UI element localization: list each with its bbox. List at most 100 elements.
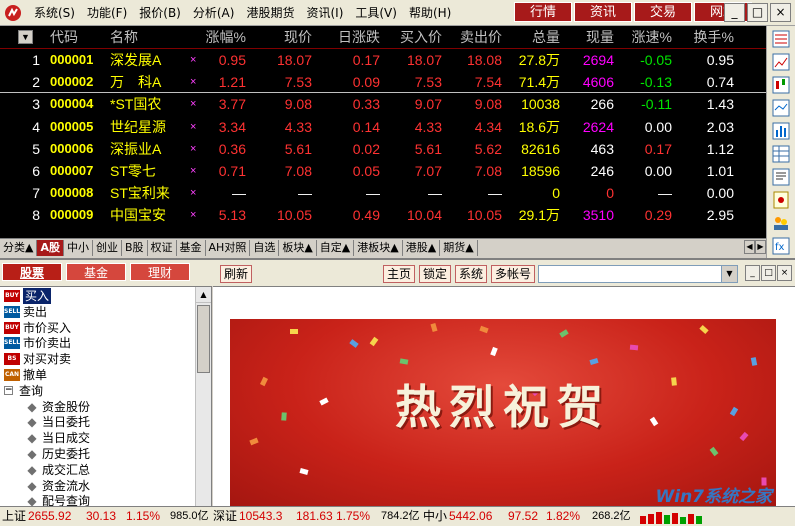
tree-item[interactable]: ◆ 历史委托 [26, 446, 90, 462]
quote-row[interactable]: 2 000002 万 科A × 1.21 7.53 0.09 7.53 7.54 71.4万 460… [0, 71, 766, 93]
quote-row[interactable]: 8 000009 中国宝安 × 5.13 10.05 0.49 10.04 10.05 29.1万… [0, 204, 766, 226]
maximize-button[interactable]: □ [747, 3, 768, 22]
menu-tools[interactable]: 工具(V) [349, 2, 403, 24]
tab-b-shares[interactable]: B股 [122, 239, 148, 256]
account-select[interactable]: ▼ [538, 265, 738, 283]
tree-item[interactable]: ◆ 成交汇总 [26, 462, 90, 478]
tree-item-label: 市价买入 [23, 320, 72, 335]
menu-info[interactable]: 资讯(I) [300, 2, 349, 24]
scroll-up-icon[interactable]: ▲ [196, 287, 211, 303]
header-price[interactable]: 现价 [248, 26, 312, 48]
sh-amount: 985.0亿 [170, 510, 209, 522]
tree-item[interactable]: SELL 市价卖出 [4, 335, 71, 351]
header-bid[interactable]: 买入价 [382, 26, 442, 48]
menu-help[interactable]: 帮助(H) [403, 2, 457, 24]
bid-price: — [428, 185, 442, 202]
chevron-down-icon[interactable]: ▼ [721, 266, 737, 282]
nav-tab-quote[interactable]: 行情 [514, 2, 572, 22]
news-icon[interactable] [771, 167, 791, 187]
lock-button[interactable]: 锁定 [419, 265, 452, 283]
tree-item[interactable]: BUY 买入 [4, 288, 52, 304]
tab-category[interactable]: 分类▲ [0, 239, 38, 256]
tree-item[interactable]: ◆ 当日成交 [26, 430, 90, 446]
tab-funds[interactable]: 基金 [177, 239, 206, 256]
tree-item[interactable]: BS 对买对卖 [4, 351, 71, 367]
bid-price: 18.07 [406, 52, 442, 68]
tree-item-label: 买入 [23, 288, 52, 304]
bar-chart-icon[interactable] [771, 121, 791, 141]
current-price: — [298, 185, 312, 202]
tab-stocks[interactable]: 股票 [2, 263, 62, 281]
quote-row[interactable]: 7 000008 ST宝利来 × — — — — —0 0—0.00 [0, 182, 766, 204]
trend-chart-icon[interactable] [771, 98, 791, 118]
tree-item[interactable]: ◆ 当日委托 [26, 414, 90, 430]
header-pct[interactable]: 涨幅% [196, 26, 246, 48]
tree-item[interactable]: CAN 撤单 [4, 367, 47, 383]
line-chart-icon[interactable] [771, 52, 791, 72]
menu-system[interactable]: 系统(S) [28, 2, 81, 24]
refresh-button[interactable]: 刷新 [220, 265, 253, 283]
panel-maximize-button[interactable]: □ [761, 265, 776, 281]
tab-watchlist[interactable]: 自选 [250, 239, 280, 256]
menu-function[interactable]: 功能(F) [81, 2, 133, 24]
quote-row[interactable]: 4 000005 世纪星源 × 3.34 4.33 0.14 4.33 4.34 18.6万 262… [0, 116, 766, 138]
multi-account-button[interactable]: 多帐号 [491, 265, 536, 283]
tree-item[interactable]: − 查询 [4, 383, 43, 399]
header-speed[interactable]: 涨速% [616, 26, 672, 48]
turnover-rate: 0.00 [706, 185, 734, 202]
scroll-right-icon[interactable]: ▶ [755, 240, 766, 254]
menu-quote[interactable]: 报价(B) [133, 2, 187, 24]
tree-item[interactable]: ◆ 资金股份 [26, 399, 90, 415]
close-button[interactable]: × [770, 3, 791, 22]
tree-item[interactable]: SELL 卖出 [4, 304, 47, 320]
header-current-volume[interactable]: 现量 [562, 26, 614, 48]
day-change: 0.02 [352, 140, 380, 157]
quote-row[interactable]: 1 000001 深发展A × 0.95 18.07 0.17 18.07 18.08 27.8万… [0, 49, 766, 71]
tab-warrants[interactable]: 权证 [148, 239, 177, 256]
tree-item[interactable]: ◆ 资金流水 [26, 478, 90, 494]
header-change[interactable]: 日涨跌 [318, 26, 380, 48]
scroll-thumb[interactable] [197, 305, 210, 373]
ask-price: 10.05 [466, 207, 502, 224]
quote-row[interactable]: 5 000006 深振业A × 0.36 5.61 0.02 5.61 5.62 82616 463… [0, 138, 766, 160]
finance-icon[interactable]: fx [771, 236, 791, 256]
home-button[interactable]: 主页 [383, 265, 416, 283]
report-icon[interactable] [771, 190, 791, 210]
nav-tab-info[interactable]: 资讯 [574, 2, 632, 22]
tree-scrollbar[interactable]: ▲ [195, 287, 211, 506]
current-price: 5.61 [284, 140, 312, 157]
system-button[interactable]: 系统 [455, 265, 488, 283]
minimize-button[interactable]: _ [724, 3, 745, 22]
scroll-left-icon[interactable]: ◀ [744, 240, 755, 254]
tab-ah-compare[interactable]: AH对照 [206, 239, 251, 256]
quote-row[interactable]: 3 000004 *ST国农 × 3.77 9.08 0.33 9.07 9.08 10038 26… [0, 93, 766, 115]
tab-a-shares[interactable]: A股 [37, 239, 64, 256]
tab-chinext[interactable]: 创业 [93, 239, 122, 256]
header-volume[interactable]: 总量 [504, 26, 560, 48]
header-name[interactable]: 名称 [110, 26, 192, 48]
header-ask[interactable]: 卖出价 [444, 26, 502, 48]
tab-hk-stocks[interactable]: 港股▲ [403, 239, 441, 256]
tab-trade-funds[interactable]: 基金 [66, 263, 126, 281]
tab-custom[interactable]: 自定▲ [317, 239, 355, 256]
tab-wealth[interactable]: 理财 [130, 263, 190, 281]
menu-hk-futures[interactable]: 港股期货 [240, 2, 300, 24]
users-icon[interactable] [771, 213, 791, 233]
tab-sme[interactable]: 中小 [64, 239, 93, 256]
panel-minimize-button[interactable]: _ [745, 265, 760, 281]
tab-hk-sectors[interactable]: 港板块▲ [354, 239, 403, 256]
quote-list-icon[interactable] [771, 29, 791, 49]
table-icon[interactable] [771, 144, 791, 164]
confetti-piece [589, 357, 599, 366]
tab-futures[interactable]: 期货▲ [440, 239, 478, 256]
panel-close-button[interactable]: × [777, 265, 792, 281]
nav-tab-trade[interactable]: 交易 [634, 2, 692, 22]
menu-analysis[interactable]: 分析(A) [187, 2, 241, 24]
header-code[interactable]: 代码 [50, 26, 106, 48]
kline-chart-icon[interactable] [771, 75, 791, 95]
quote-row[interactable]: 6 000007 ST零七 × 0.71 7.08 0.05 7.07 7.08 18596 246… [0, 160, 766, 182]
tree-item[interactable]: BUY 市价买入 [4, 320, 71, 336]
current-volume: 4606 [582, 74, 614, 91]
header-turnover[interactable]: 换手% [676, 26, 734, 48]
tab-sectors[interactable]: 板块▲ [279, 239, 317, 256]
